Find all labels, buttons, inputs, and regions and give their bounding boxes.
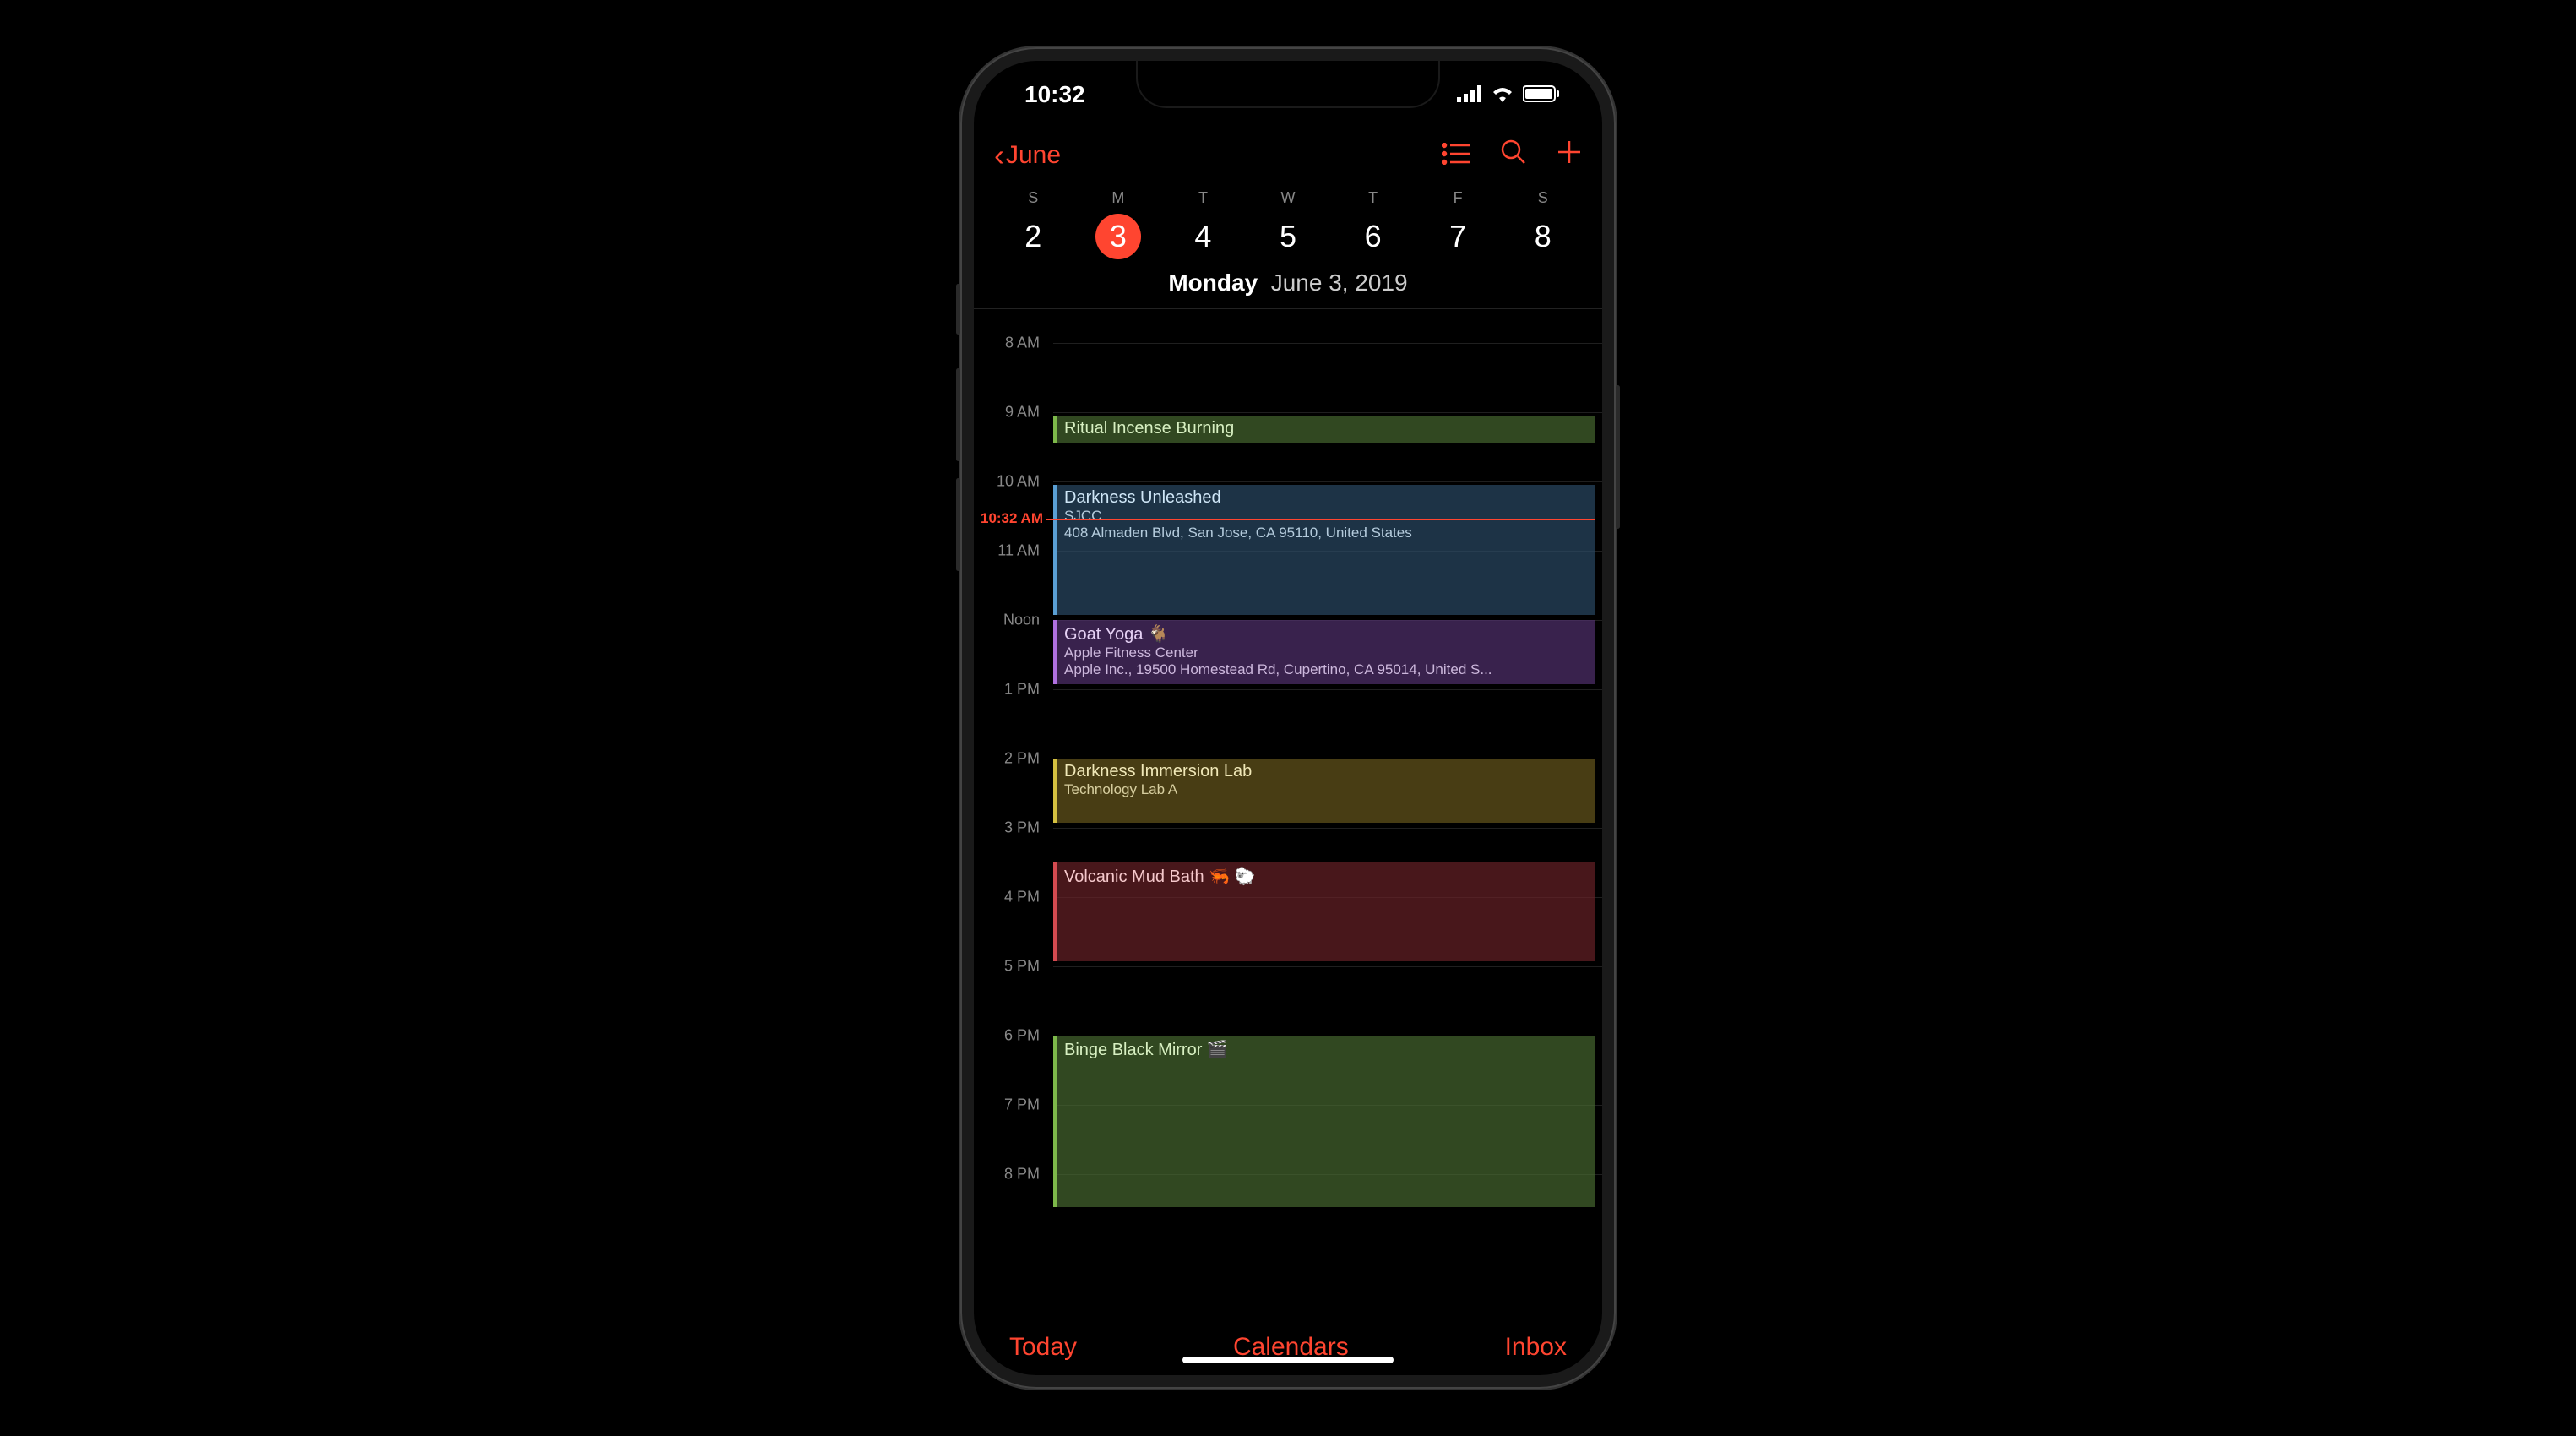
weekday-label: S xyxy=(1500,189,1585,207)
hour-line xyxy=(1053,481,1602,482)
back-button[interactable]: ‹ June xyxy=(994,140,1061,171)
hour-label: 8 PM xyxy=(974,1166,1046,1183)
add-event-icon[interactable] xyxy=(1557,139,1582,172)
search-icon[interactable] xyxy=(1501,139,1526,172)
full-date: June 3, 2019 xyxy=(1271,269,1408,296)
hour-label: 3 PM xyxy=(974,819,1046,837)
current-time-label: 10:32 AM xyxy=(974,510,1046,527)
event-title: Goat Yoga 🐐 xyxy=(1064,623,1589,645)
event-location: SJCC xyxy=(1064,508,1589,525)
calendar-event[interactable]: Binge Black Mirror 🎬 xyxy=(1053,1036,1595,1207)
weekday-label: T xyxy=(1160,189,1246,207)
hour-label: 7 PM xyxy=(974,1096,1046,1114)
day-mon[interactable]: 3 xyxy=(1076,214,1161,259)
screen: 10:32 ‹ June xyxy=(974,61,1602,1375)
event-address: Apple Inc., 19500 Homestead Rd, Cupertin… xyxy=(1064,661,1589,678)
hour-label: 4 PM xyxy=(974,889,1046,906)
weekday-label: T xyxy=(1330,189,1416,207)
day-fri[interactable]: 7 xyxy=(1416,214,1501,259)
calendar-event[interactable]: Volcanic Mud Bath 🦐 🐑 xyxy=(1053,862,1595,961)
weekday-label: S xyxy=(991,189,1076,207)
cellular-signal-icon xyxy=(1457,81,1482,108)
day-thu[interactable]: 6 xyxy=(1330,214,1416,259)
status-time: 10:32 xyxy=(1016,81,1085,108)
hour-line xyxy=(1053,689,1602,690)
hour-label: 10 AM xyxy=(974,473,1046,491)
battery-icon xyxy=(1523,81,1560,108)
wifi-icon xyxy=(1491,81,1514,108)
hour-label: 11 AM xyxy=(974,542,1046,560)
event-address: 408 Almaden Blvd, San Jose, CA 95110, Un… xyxy=(1064,525,1589,541)
list-view-icon[interactable] xyxy=(1442,139,1470,172)
hour-label: Noon xyxy=(974,612,1046,629)
hour-label: 8 AM xyxy=(974,335,1046,352)
nav-bar: ‹ June xyxy=(974,128,1602,182)
weekday-label: W xyxy=(1246,189,1331,207)
weekday-label: M xyxy=(1076,189,1161,207)
today-button[interactable]: Today xyxy=(1009,1333,1077,1362)
week-day-labels: S M T W T F S xyxy=(974,182,1602,207)
event-location: Technology Lab A xyxy=(1064,781,1589,798)
calendar-event[interactable]: Goat Yoga 🐐Apple Fitness CenterApple Inc… xyxy=(1053,620,1595,684)
volume-up-button xyxy=(956,368,960,461)
hour-label: 1 PM xyxy=(974,681,1046,699)
hour-label: 2 PM xyxy=(974,750,1046,768)
nav-actions xyxy=(1442,139,1582,172)
status-icons xyxy=(1457,81,1560,108)
timeline[interactable]: 8 AM 9 AM 10 AM 11 AM Noon 1 PM 2 PM 3 PM 4 PM 5 … xyxy=(974,309,1602,1314)
week-days: 2 3 4 5 6 7 8 xyxy=(974,207,1602,269)
event-title: Darkness Immersion Lab xyxy=(1064,762,1589,781)
hour-label: 5 PM xyxy=(974,958,1046,976)
chevron-left-icon: ‹ xyxy=(994,140,1004,171)
volume-down-button xyxy=(956,478,960,571)
back-label: June xyxy=(1006,141,1061,170)
hour-line xyxy=(1053,343,1602,344)
event-title: Darkness Unleashed xyxy=(1064,488,1589,508)
phone-frame: 10:32 ‹ June xyxy=(960,47,1616,1389)
day-sat[interactable]: 8 xyxy=(1500,214,1585,259)
current-time-line xyxy=(1046,519,1595,520)
calendar-event[interactable]: Ritual Incense Burning xyxy=(1053,416,1595,443)
hour-line xyxy=(1053,828,1602,829)
hour-line xyxy=(1053,966,1602,967)
hour-label: 9 AM xyxy=(974,404,1046,422)
hour-line xyxy=(1053,412,1602,413)
date-subtitle: Monday June 3, 2019 xyxy=(974,269,1602,309)
event-location: Apple Fitness Center xyxy=(1064,645,1589,661)
calendar-event[interactable]: Darkness UnleashedSJCC408 Almaden Blvd, … xyxy=(1053,485,1595,615)
power-button xyxy=(1616,385,1620,529)
weekday-label: F xyxy=(1416,189,1501,207)
day-sun[interactable]: 2 xyxy=(991,214,1076,259)
event-title: Binge Black Mirror 🎬 xyxy=(1064,1039,1589,1060)
bottom-toolbar: Today Calendars Inbox xyxy=(974,1314,1602,1375)
day-tue[interactable]: 4 xyxy=(1160,214,1246,259)
inbox-button[interactable]: Inbox xyxy=(1505,1333,1567,1362)
calendar-event[interactable]: Darkness Immersion LabTechnology Lab A xyxy=(1053,759,1595,823)
event-title: Ritual Incense Burning xyxy=(1064,419,1589,438)
event-title: Volcanic Mud Bath 🦐 🐑 xyxy=(1064,866,1589,887)
mute-switch xyxy=(956,284,960,335)
home-indicator[interactable] xyxy=(1182,1357,1394,1363)
notch xyxy=(1136,61,1440,108)
hour-label: 6 PM xyxy=(974,1027,1046,1045)
day-wed[interactable]: 5 xyxy=(1246,214,1331,259)
day-of-week: Monday xyxy=(1168,269,1258,296)
